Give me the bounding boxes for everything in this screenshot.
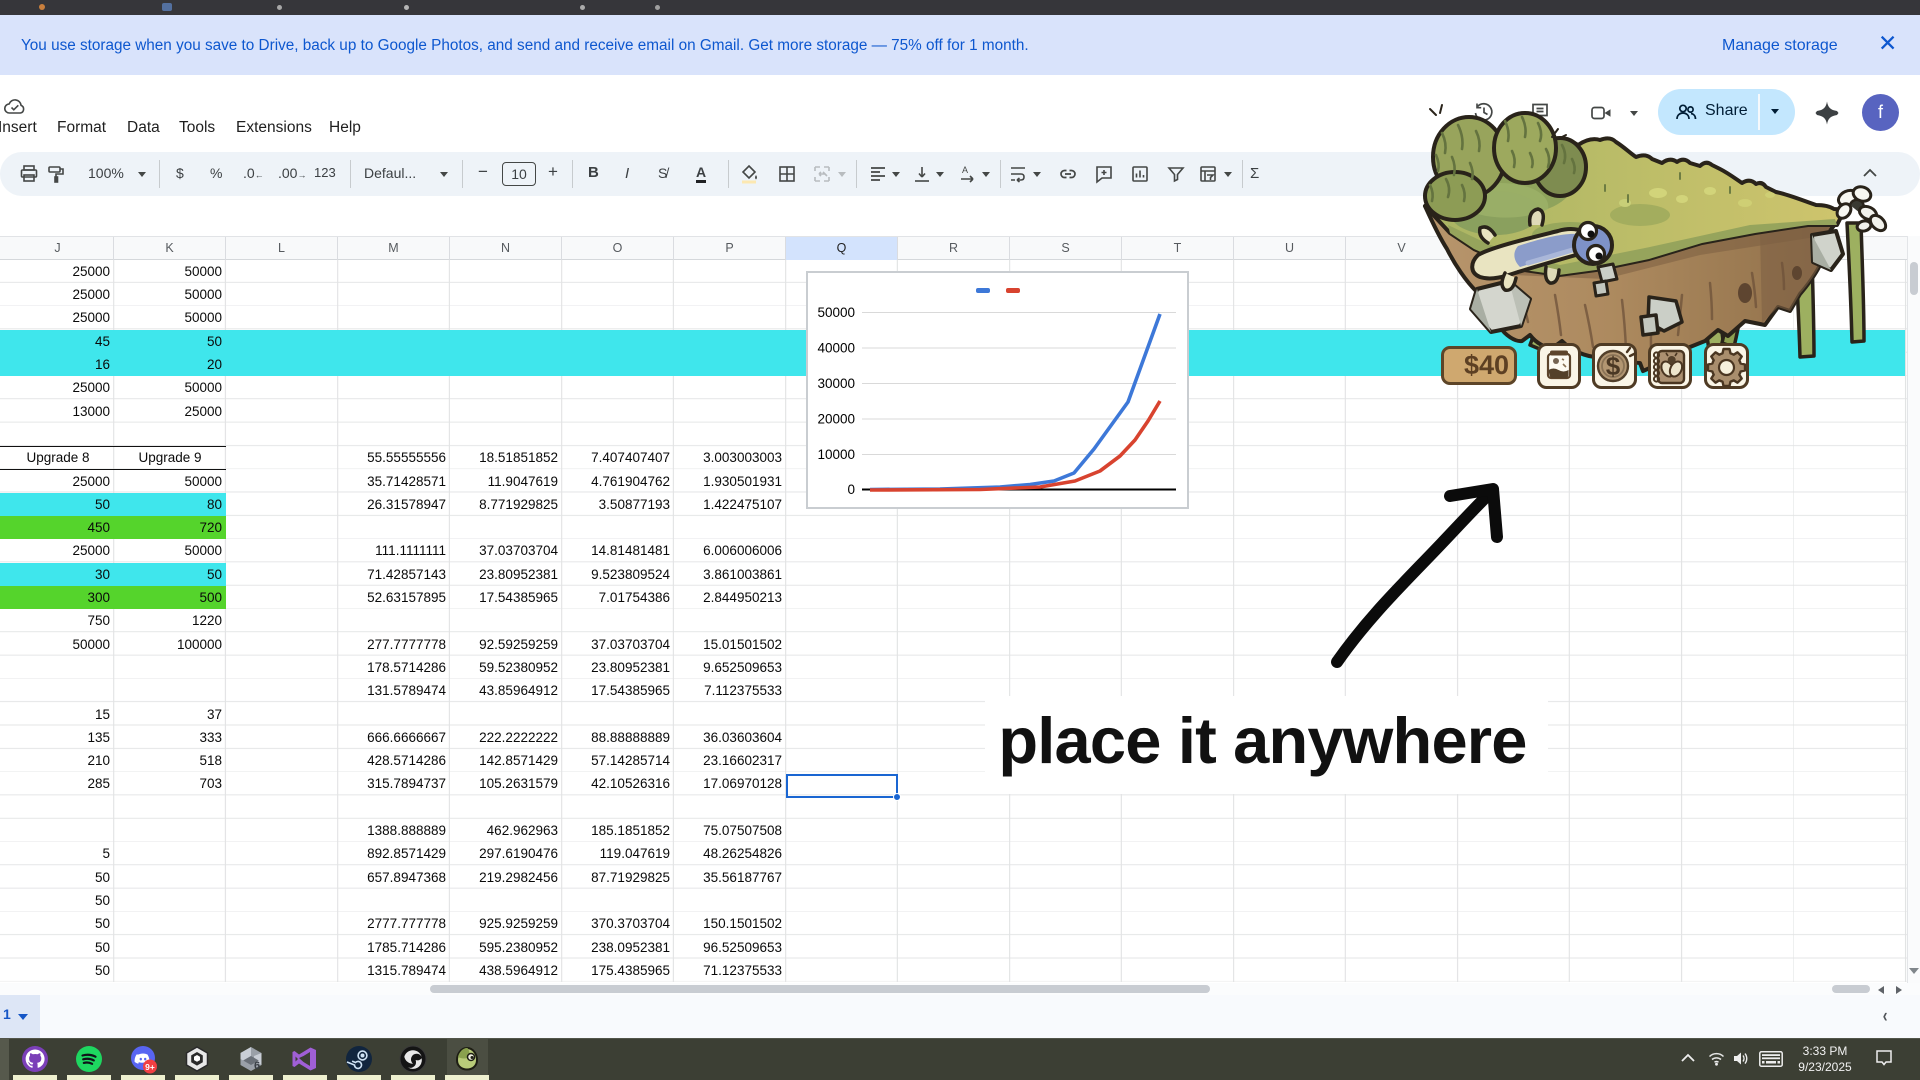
svg-text:10000: 10000 [817, 447, 855, 462]
svg-text:$: $ [1606, 351, 1621, 381]
svg-text:30000: 30000 [817, 376, 855, 391]
svg-text:40000: 40000 [817, 341, 855, 356]
svg-text:A: A [962, 165, 968, 175]
svg-text:6: 6 [254, 1060, 260, 1072]
svg-text:9+: 9+ [145, 1062, 155, 1072]
svg-text:20000: 20000 [817, 412, 855, 427]
svg-text:50000: 50000 [817, 305, 855, 320]
svg-text:0: 0 [847, 482, 855, 497]
